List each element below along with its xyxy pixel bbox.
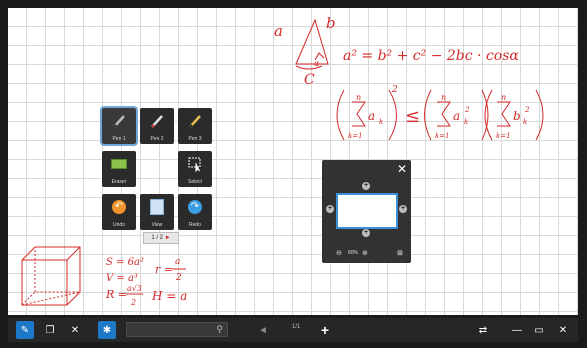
sum3-bottom: k=1 — [496, 132, 511, 140]
pen-2-button[interactable]: Pen 2 — [140, 108, 174, 144]
pen-1-button[interactable]: Pen 1 — [100, 106, 138, 146]
pen-tool-icon[interactable]: ✎ — [16, 321, 34, 339]
zoom-in-icon[interactable]: ⊕ — [362, 249, 368, 257]
undo-button[interactable]: ↶ Undo — [102, 194, 136, 230]
ink-layer: a b C α a² = b² + c² − 2bc · cosα n k=1 … — [21, 14, 544, 307]
redo-button[interactable]: ↷ Redo — [178, 194, 212, 230]
sum1-sub: k — [379, 118, 383, 126]
search-icon[interactable]: ⚲ — [216, 324, 223, 335]
add-page-icon[interactable]: + — [316, 321, 334, 339]
minimize-icon[interactable]: — — [508, 321, 526, 339]
cube-volume: V = a³ — [106, 273, 138, 284]
sum2-var: a — [453, 109, 460, 123]
cube-inradius-num: a — [175, 257, 180, 267]
pen-3-button[interactable]: Pen 3 — [178, 108, 212, 144]
whiteboard-app: a b C α a² = b² + c² − 2bc · cosα n k=1 … — [0, 0, 587, 348]
search-input[interactable]: ⚲ — [126, 322, 228, 337]
tool-label: View — [151, 222, 163, 228]
palette-pager[interactable]: 1 / 2 ► — [143, 232, 179, 244]
triangle-side-c: C — [304, 72, 315, 88]
triangle-angle: α — [314, 59, 320, 68]
eraser-icon — [102, 154, 136, 174]
leq-sign: ≤ — [405, 106, 420, 127]
magnifier-viewport[interactable] — [336, 193, 398, 229]
triangle-drawing: a b C α — [274, 14, 336, 88]
zoom-out-icon[interactable]: ⊖ — [336, 249, 342, 257]
next-page-icon[interactable]: ► — [165, 235, 171, 241]
tool-label: Select — [188, 179, 202, 185]
sum2-top: n — [441, 93, 446, 102]
light-icon[interactable]: ✱ — [98, 321, 116, 339]
fullscreen-icon[interactable]: ⊠ — [397, 249, 403, 257]
prev-page-icon[interactable]: ◄ — [256, 321, 270, 339]
undo-icon: ↶ — [102, 197, 136, 217]
sum-inequality: n k=1 a k 2 ≤ n k=1 a k 2 n k=1 b k 2 — [336, 85, 544, 141]
cube-drawing — [21, 246, 81, 306]
sum2-bottom: k=1 — [435, 132, 450, 140]
sum1-top: n — [356, 93, 361, 102]
exit-icon[interactable]: ✕ — [554, 321, 572, 339]
bottom-toolbar: ✎ ❐ ✕ ✱ ⚲ ◄ 1/1 + ⇄ — ▭ ✕ — [8, 318, 578, 342]
expand-up-icon[interactable]: + — [362, 182, 370, 190]
cube-height: H = a — [151, 289, 187, 303]
sum3-var: b — [513, 109, 521, 123]
sum2-square: 2 — [464, 106, 470, 114]
select-icon — [178, 154, 212, 174]
sum3-top: n — [501, 93, 506, 102]
magnifier-toolbar: ⊖ 80% ⊕ ⊠ — [322, 249, 411, 261]
pages-icon[interactable]: ❐ — [41, 321, 59, 339]
tool-label: Undo — [113, 222, 125, 228]
cube-circumradius-label: R = — [105, 288, 127, 301]
switch-screen-icon[interactable]: ⇄ — [473, 321, 493, 339]
tool-palette: Pen 1 Pen 2 Pen 3 Eraser Select ↶ Undo V… — [100, 106, 212, 244]
page-indicator: 1/1 — [292, 324, 301, 330]
tools-icon[interactable]: ✕ — [66, 321, 84, 339]
window-icon[interactable]: ▭ — [530, 321, 548, 339]
zoom-level: 80% — [348, 250, 359, 256]
tool-label: Redo — [189, 222, 201, 228]
sum3-sub: k — [523, 118, 527, 126]
cube-circumradius-num: a√3 — [127, 284, 142, 293]
pen-icon — [140, 111, 174, 131]
view-icon — [140, 197, 174, 217]
redo-icon: ↷ — [178, 197, 212, 217]
expand-right-icon[interactable]: + — [399, 205, 407, 213]
sum1-var: a — [368, 109, 375, 123]
select-button[interactable]: Select — [178, 151, 212, 187]
tool-label: Eraser — [111, 179, 127, 185]
law-of-cosines: a² = b² + c² − 2bc · cosα — [343, 48, 519, 64]
expand-left-icon[interactable]: + — [326, 205, 334, 213]
tool-label: Pen 1 — [112, 136, 126, 142]
close-icon[interactable]: ✕ — [397, 163, 407, 175]
triangle-side-a: a — [274, 22, 283, 40]
cube-inradius-label: r = — [155, 263, 173, 276]
expand-down-icon[interactable]: + — [362, 229, 370, 237]
canvas[interactable]: a b C α a² = b² + c² − 2bc · cosα n k=1 … — [8, 8, 578, 315]
sum1-square: 2 — [391, 85, 398, 95]
magnifier-panel[interactable]: ✕ + + + + ⊖ 80% ⊕ ⊠ — [322, 160, 411, 263]
pen-icon — [102, 111, 136, 131]
sum1-bottom: k=1 — [348, 132, 363, 140]
eraser-button[interactable]: Eraser — [102, 151, 136, 187]
view-button[interactable]: View — [140, 194, 174, 230]
pen-icon — [178, 111, 212, 131]
sum2-sub: k — [464, 118, 468, 126]
tool-label: Pen 3 — [188, 136, 202, 142]
cube-surface: S = 6a² — [106, 257, 144, 268]
palette-page: 1 / 2 — [151, 235, 164, 241]
tool-label: Pen 2 — [150, 136, 164, 142]
triangle-side-b: b — [326, 14, 336, 32]
cube-inradius-den: 2 — [175, 273, 182, 283]
sum3-square: 2 — [524, 106, 530, 114]
cube-circumradius-den: 2 — [130, 298, 136, 307]
